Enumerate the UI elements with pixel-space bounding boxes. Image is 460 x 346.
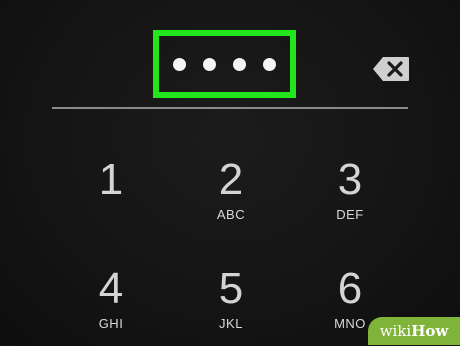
backspace-icon [373, 57, 409, 81]
key-digit: 6 [337, 264, 363, 313]
watermark-text: wikiHow [379, 322, 449, 340]
key-digit: 5 [218, 264, 244, 313]
key-1[interactable]: 1 [66, 157, 156, 237]
divider [52, 107, 408, 109]
pin-dot [173, 57, 186, 71]
key-letters: DEF [336, 207, 364, 222]
key-digit: 4 [98, 264, 124, 313]
lock-screen: 1 2 ABC 3 DEF 4 GHI 5 JKL 6 MNO wikiHow [0, 0, 460, 345]
pin-entry-field [153, 30, 296, 98]
wikihow-watermark: wikiHow [368, 317, 460, 345]
key-letters: GHI [98, 316, 124, 331]
key-letters: ABC [216, 207, 246, 222]
key-digit: 2 [218, 155, 244, 204]
key-digit: 1 [98, 155, 124, 204]
pin-dot [203, 57, 216, 71]
key-digit: 3 [337, 155, 363, 204]
key-4[interactable]: 4 GHI [66, 266, 156, 346]
key-2[interactable]: 2 ABC [186, 157, 276, 237]
key-3[interactable]: 3 DEF [305, 157, 395, 237]
pin-dot [233, 57, 246, 71]
key-5[interactable]: 5 JKL [186, 266, 276, 346]
key-letters: JKL [219, 316, 243, 331]
pin-dot [263, 57, 276, 71]
backspace-button[interactable] [372, 56, 410, 82]
